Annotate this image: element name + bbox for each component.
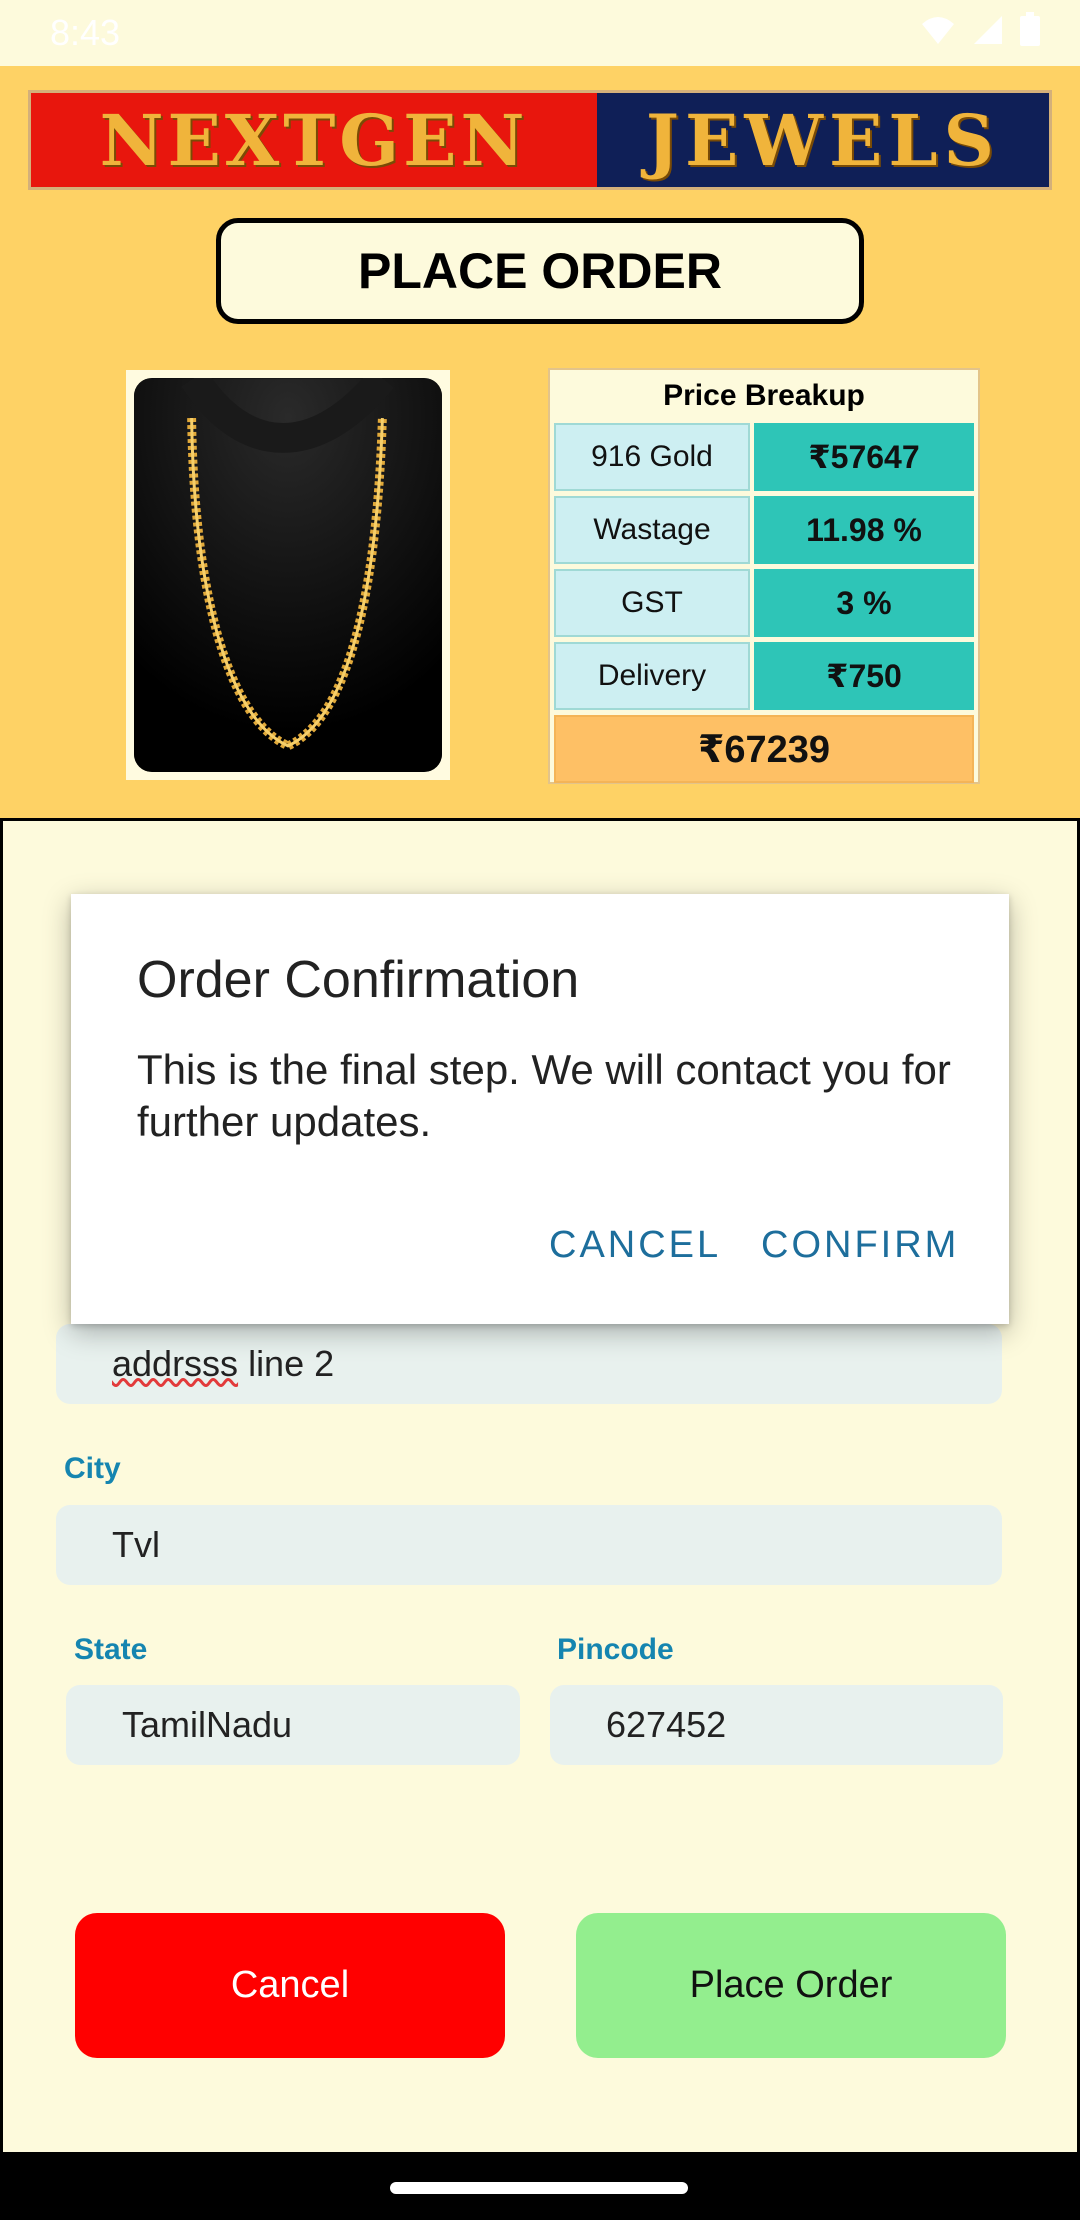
status-icons <box>920 12 1040 55</box>
pincode-value: 627452 <box>606 1704 727 1745</box>
signal-icon <box>972 13 1004 55</box>
city-label: City <box>64 1452 121 1485</box>
price-breakup-table: Price Breakup 916 Gold ₹57647 Wastage 11… <box>548 368 980 784</box>
dialog-title: Order Confirmation <box>137 951 580 1009</box>
price-label: GST <box>554 569 750 637</box>
address-line-2-input[interactable]: addrsss line 2 <box>56 1324 1002 1404</box>
place-order-button[interactable]: Place Order <box>576 1913 1006 2058</box>
price-breakup-header: Price Breakup <box>663 379 865 412</box>
wifi-icon <box>920 13 956 55</box>
price-label: 916 Gold <box>554 423 750 491</box>
logo-left-text: NEXTGEN <box>31 93 597 187</box>
cancel-button[interactable]: Cancel <box>75 1913 505 2058</box>
status-time: 8:43 <box>50 12 121 53</box>
dialog-message: This is the final step. We will contact … <box>137 1046 951 1145</box>
price-row-gold: 916 Gold ₹57647 <box>554 423 974 491</box>
status-bar: 8:43 <box>0 0 1080 66</box>
price-row-delivery: Delivery ₹750 <box>554 642 974 710</box>
battery-icon <box>1020 12 1040 55</box>
pincode-label: Pincode <box>557 1633 674 1666</box>
price-row-gst: GST 3 % <box>554 569 974 637</box>
dialog-cancel-button[interactable]: CANCEL <box>549 1224 721 1267</box>
price-value: 11.98 % <box>754 496 974 564</box>
price-value: 3 % <box>754 569 974 637</box>
price-value: ₹57647 <box>754 423 974 491</box>
state-label: State <box>74 1633 148 1666</box>
price-label: Wastage <box>554 496 750 564</box>
dialog-confirm-button[interactable]: CONFIRM <box>761 1224 959 1267</box>
page-title: PLACE ORDER <box>216 218 864 324</box>
address-line-2-value: addrsss line 2 <box>112 1343 335 1384</box>
city-value: Tvl <box>112 1524 160 1565</box>
price-label: Delivery <box>554 642 750 710</box>
brand-logo: NEXTGEN JEWELS <box>28 90 1052 190</box>
price-value: ₹750 <box>754 642 974 710</box>
home-gesture-handle[interactable] <box>390 2182 688 2194</box>
pincode-input[interactable]: 627452 <box>550 1685 1003 1765</box>
order-header-section: NEXTGEN JEWELS PLACE ORDER Price Breakup <box>0 66 1080 820</box>
product-image <box>126 370 450 780</box>
state-value: TamilNadu <box>122 1704 293 1745</box>
order-confirmation-dialog: Order Confirmation This is the final ste… <box>71 894 1009 1324</box>
state-input[interactable]: TamilNadu <box>66 1685 520 1765</box>
city-input[interactable]: Tvl <box>56 1505 1002 1585</box>
logo-right-text: JEWELS <box>597 93 1049 187</box>
price-total: ₹67239 <box>554 715 974 783</box>
spellcheck-underline: addrsss <box>112 1343 239 1384</box>
gold-chain-image <box>134 378 442 772</box>
price-row-wastage: Wastage 11.98 % <box>554 496 974 564</box>
